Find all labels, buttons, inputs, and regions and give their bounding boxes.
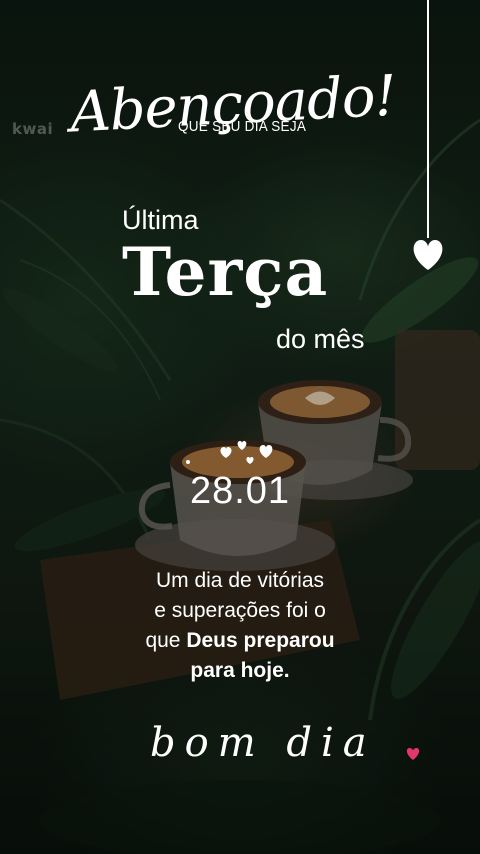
message-line-4: para hoje. [0,656,480,686]
greeting-card: kwai Abençoado! QUE SEU DIA SEJA Última … [0,0,480,854]
date-label: 28.01 [189,470,291,512]
message-plain: que [145,629,187,652]
message-line-2: e superações foi o [154,599,326,622]
script-abencoado: Abençoado! [68,63,398,146]
message-bold-2: para hoje. [190,659,290,682]
hanging-heart-icon [413,0,443,270]
title-main: Terça [122,233,329,311]
watermark: kwai [12,120,54,138]
mini-hearts-icon [186,441,273,464]
bom-dia-signature: bom dia [150,720,376,766]
message-text: Um dia de vitórias e superações foi o qu… [0,566,480,686]
message-line-3: que Deus preparou [0,626,480,656]
message-bold-1: Deus preparou [186,629,335,652]
pre-title: QUE SEU DIA SEJA [178,118,307,135]
pink-heart-icon [406,748,420,760]
title-line-3: do mês [276,324,365,354]
message-line-1: Um dia de vitórias [155,569,325,592]
